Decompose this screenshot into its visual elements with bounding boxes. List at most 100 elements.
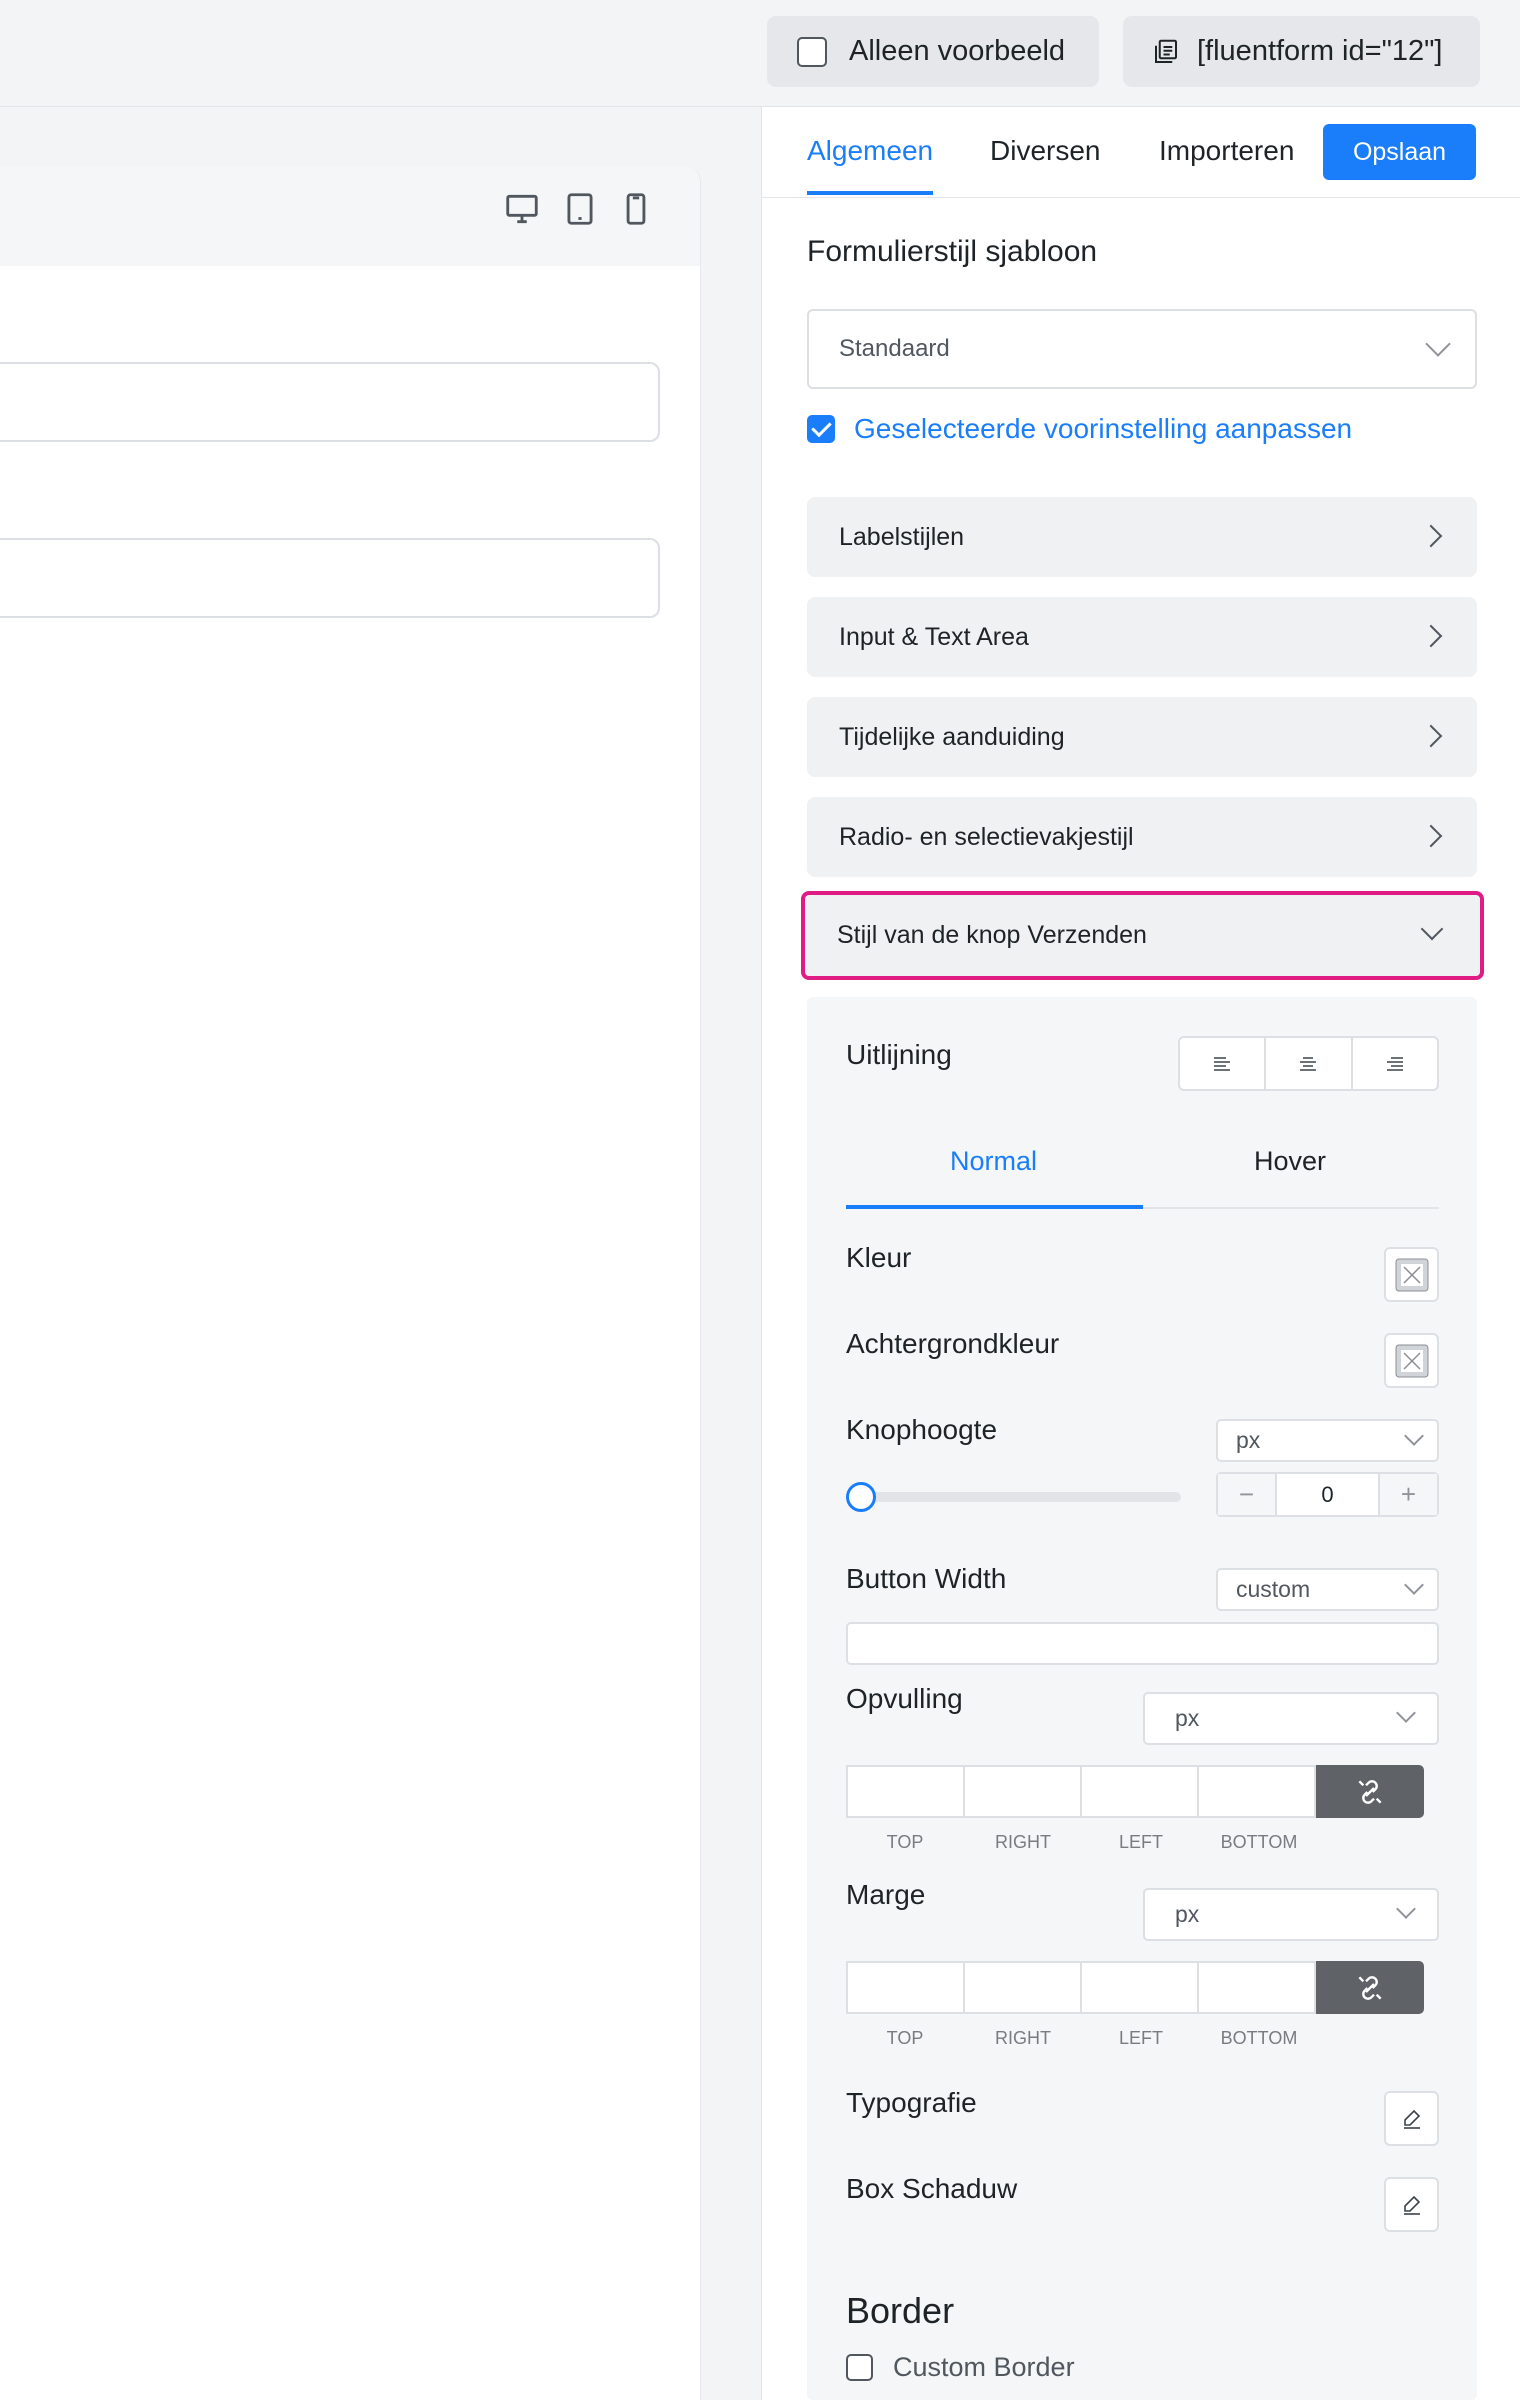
- chevron-down-icon: [1420, 917, 1444, 941]
- align-right-button[interactable]: [1353, 1038, 1437, 1089]
- accordion-label: Stijl van de knop Verzenden: [837, 921, 1147, 949]
- padding-link-toggle[interactable]: [1316, 1765, 1424, 1818]
- chevron-right-icon: [1419, 724, 1443, 748]
- shortcode-text: [fluentform id="12"]: [1197, 35, 1443, 67]
- side-label-left: LEFT: [1118, 1832, 1163, 1852]
- shortcode-copy-button[interactable]: [fluentform id="12"]: [1123, 16, 1480, 87]
- tab-diversen[interactable]: Diversen: [990, 135, 1100, 167]
- accordion-label: Labelstijlen: [839, 522, 965, 551]
- template-select[interactable]: Standaard: [807, 309, 1477, 389]
- desktop-icon[interactable]: [503, 190, 541, 228]
- form-field-preview[interactable]: [0, 538, 660, 618]
- height-unit-select[interactable]: px: [1216, 1419, 1439, 1462]
- tab-algemeen[interactable]: Algemeen: [807, 135, 933, 167]
- margin-label: Marge: [846, 1879, 926, 1910]
- accordion-label: Tijdelijke aanduiding: [839, 722, 1065, 751]
- accordion-label: Radio- en selectievakjestijl: [839, 822, 1134, 851]
- accordion-submit-button-style[interactable]: Stijl van de knop Verzenden: [801, 891, 1484, 980]
- side-label-right: RIGHT: [995, 1832, 1051, 1852]
- customize-preset-label: Geselecteerde voorinstelling aanpassen: [854, 413, 1353, 444]
- chevron-down-icon: [1425, 331, 1451, 357]
- margin-unit-value: px: [1175, 1901, 1200, 1927]
- custom-border-checkbox[interactable]: Custom Border: [846, 2352, 1075, 2383]
- pencil-icon: [1403, 2109, 1420, 2129]
- align-left-icon: [1214, 1056, 1231, 1071]
- box-shadow-label: Box Schaduw: [846, 2173, 1018, 2204]
- background-color-picker[interactable]: [1384, 1333, 1439, 1388]
- accordion-label: Input & Text Area: [839, 622, 1029, 651]
- checkbox-checked[interactable]: [807, 415, 835, 443]
- state-tabs: Normal Hover: [846, 1134, 1439, 1209]
- padding-label: Opvulling: [846, 1683, 963, 1714]
- form-field-preview[interactable]: [0, 362, 660, 442]
- margin-top-input[interactable]: [846, 1961, 965, 2014]
- active-state-underline: [846, 1205, 1143, 1209]
- margin-left-input[interactable]: [1080, 1961, 1199, 2014]
- chevron-right-icon: [1419, 824, 1443, 848]
- height-value[interactable]: 0: [1275, 1474, 1380, 1515]
- width-mode-value: custom: [1236, 1576, 1311, 1602]
- tab-normal[interactable]: Normal: [950, 1146, 1037, 1177]
- save-button[interactable]: Opslaan: [1323, 124, 1476, 180]
- chevron-down-icon: [1404, 1575, 1424, 1595]
- padding-unit-value: px: [1175, 1705, 1200, 1731]
- decrement-button[interactable]: −: [1218, 1474, 1275, 1515]
- form-canvas: [0, 166, 701, 2400]
- accordion-input-textarea[interactable]: Input & Text Area: [807, 597, 1477, 677]
- padding-right-input[interactable]: [963, 1765, 1082, 1818]
- align-center-icon: [1300, 1056, 1317, 1071]
- chevron-down-icon: [1396, 1899, 1416, 1919]
- margin-unit-select[interactable]: px: [1143, 1888, 1439, 1941]
- width-mode-select[interactable]: custom: [1216, 1568, 1439, 1611]
- side-label-bottom: BOTTOM: [1220, 2028, 1298, 2048]
- padding-left-input[interactable]: [1080, 1765, 1199, 1818]
- align-left-button[interactable]: [1180, 1038, 1267, 1089]
- margin-right-input[interactable]: [963, 1961, 1082, 2014]
- background-color-label: Achtergrondkleur: [846, 1328, 1060, 1359]
- empty-color-icon: [1395, 1258, 1428, 1291]
- margin-side-labels: TOP RIGHT LEFT BOTTOM: [846, 2028, 1318, 2049]
- section-title: Formulierstijl sjabloon: [807, 235, 1098, 268]
- padding-bottom-input[interactable]: [1197, 1765, 1316, 1818]
- preview-label: Alleen voorbeeld: [849, 35, 1066, 67]
- side-label-top: TOP: [886, 2028, 924, 2048]
- chevron-right-icon: [1419, 624, 1443, 648]
- top-toolbar: Alleen voorbeeld [fluentform id="12"]: [0, 0, 1520, 107]
- copy-icon: [1155, 39, 1177, 63]
- customize-preset-checkbox[interactable]: Geselecteerde voorinstelling aanpassen: [807, 413, 1352, 445]
- button-height-label: Knophoogte: [846, 1414, 998, 1445]
- accordion-placeholder[interactable]: Tijdelijke aanduiding: [807, 697, 1477, 777]
- preview-checkbox[interactable]: [797, 36, 827, 67]
- padding-unit-select[interactable]: px: [1143, 1692, 1439, 1745]
- chevron-down-icon: [1396, 1703, 1416, 1723]
- box-shadow-edit-button[interactable]: [1384, 2177, 1439, 2232]
- margin-inputs: [846, 1961, 1427, 2014]
- align-center-button[interactable]: [1266, 1038, 1353, 1089]
- accordion-radio-checkbox[interactable]: Radio- en selectievakjestijl: [807, 797, 1477, 877]
- color-picker[interactable]: [1384, 1247, 1439, 1302]
- mobile-icon[interactable]: [617, 190, 655, 228]
- margin-bottom-input[interactable]: [1197, 1961, 1316, 2014]
- preview-only-toggle[interactable]: Alleen voorbeeld: [767, 16, 1099, 87]
- button-width-input[interactable]: [846, 1622, 1439, 1665]
- height-slider-track[interactable]: [856, 1492, 1181, 1502]
- tab-importeren[interactable]: Importeren: [1159, 135, 1294, 167]
- padding-side-labels: TOP RIGHT LEFT BOTTOM: [846, 1832, 1318, 1853]
- submit-style-body: Uitlijning Normal Hover Kleur Achtergron…: [807, 997, 1477, 2400]
- side-label-left: LEFT: [1118, 2028, 1163, 2048]
- alignment-group: [1178, 1036, 1439, 1091]
- pencil-icon: [1403, 2195, 1420, 2215]
- height-slider-handle[interactable]: [846, 1482, 876, 1512]
- tablet-icon[interactable]: [561, 190, 599, 228]
- margin-link-toggle[interactable]: [1316, 1961, 1424, 2014]
- accordion-label-styles[interactable]: Labelstijlen: [807, 497, 1477, 577]
- typography-edit-button[interactable]: [1384, 2091, 1439, 2146]
- padding-top-input[interactable]: [846, 1765, 965, 1818]
- alignment-label: Uitlijning: [846, 1039, 952, 1070]
- increment-button[interactable]: +: [1380, 1474, 1437, 1515]
- custom-border-label: Custom Border: [893, 2352, 1075, 2382]
- active-tab-underline: [807, 191, 933, 195]
- tab-hover[interactable]: Hover: [1254, 1146, 1326, 1177]
- side-label-bottom: BOTTOM: [1220, 1832, 1298, 1852]
- checkbox-unchecked[interactable]: [846, 2354, 873, 2381]
